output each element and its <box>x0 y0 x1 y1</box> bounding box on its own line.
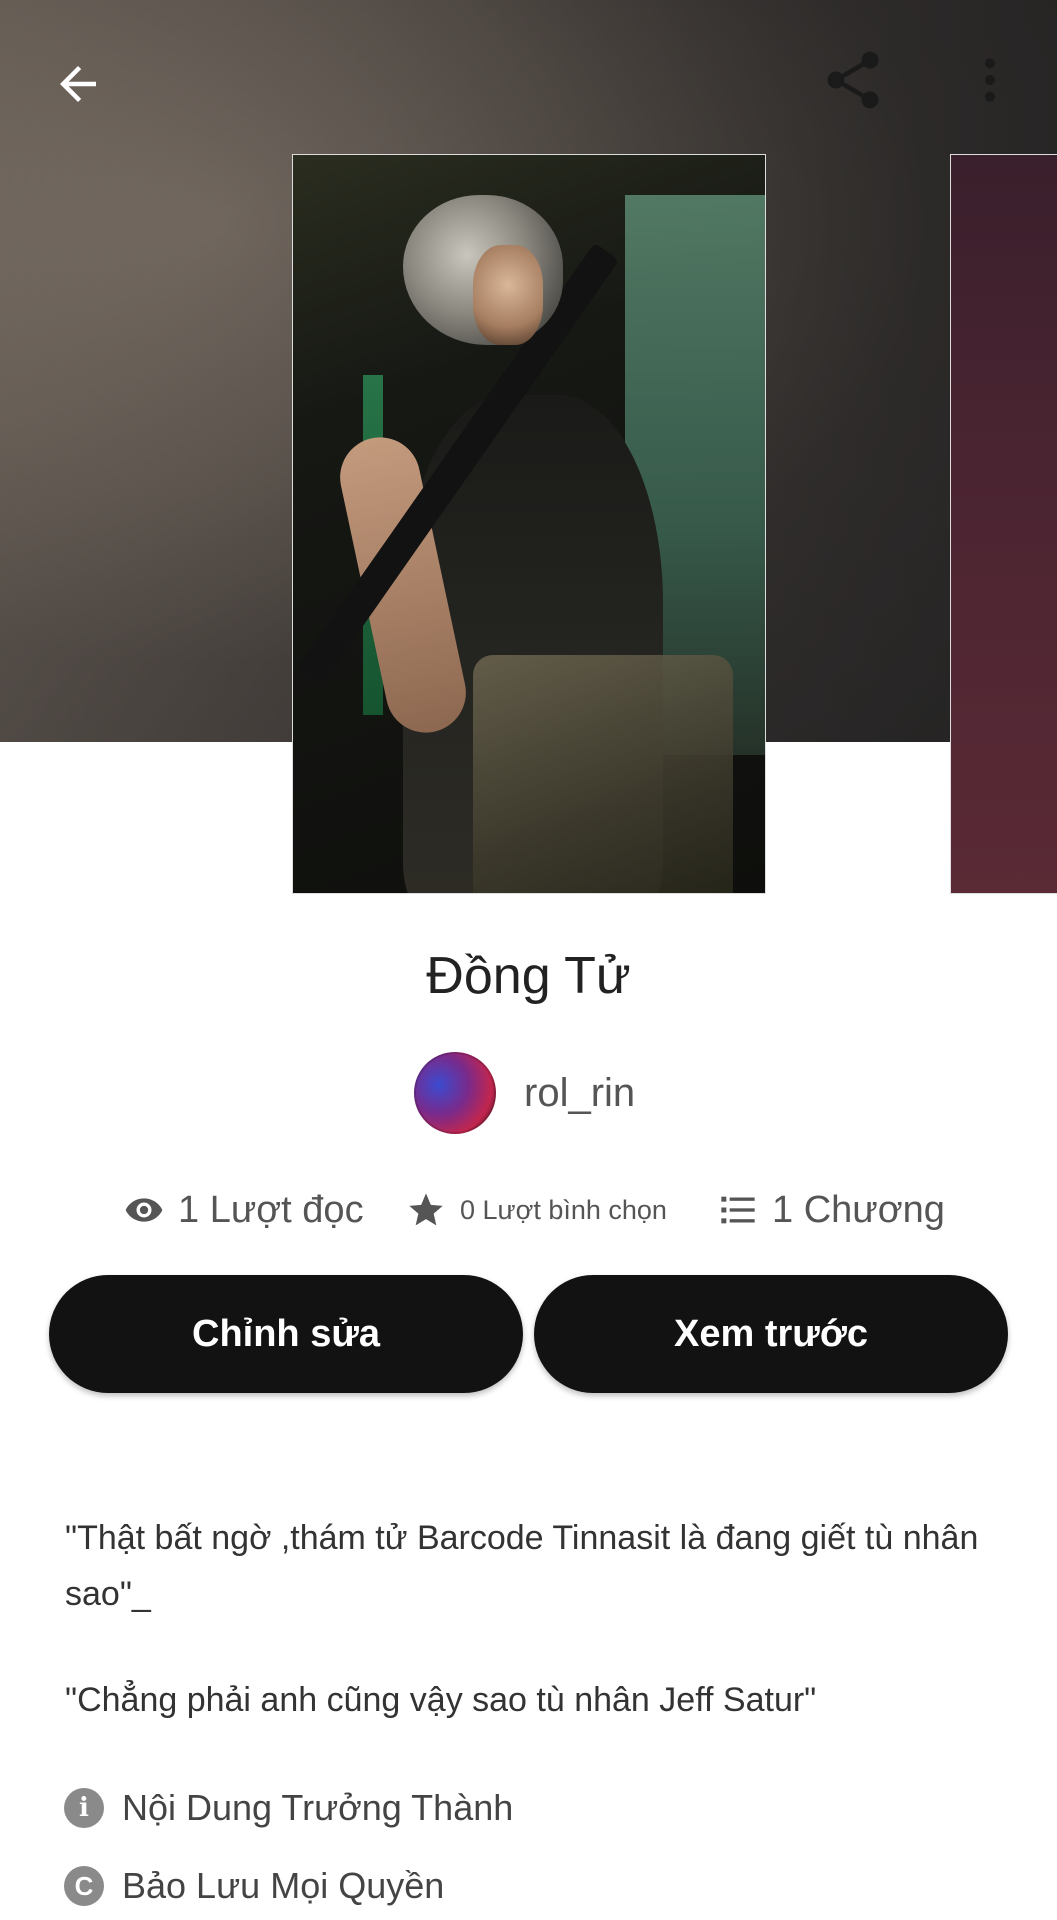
next-cover-image[interactable] <box>950 154 1057 894</box>
info-icon: i <box>64 1788 104 1828</box>
avatar <box>414 1052 496 1134</box>
star-icon <box>409 1193 443 1226</box>
mature-content-tag[interactable]: i Nội Dung Trưởng Thành <box>64 1778 513 1838</box>
chapters-stat: 1 Chương <box>718 1180 945 1240</box>
chapters-count: 1 Chương <box>772 1188 945 1231</box>
description-paragraph-1: "Thật bất ngờ ,thám tử Barcode Tinnasit … <box>65 1519 979 1613</box>
preview-button[interactable]: Xem trước <box>534 1275 1008 1393</box>
reads-count: 1 Lượt đọc <box>178 1188 364 1231</box>
story-title: Đồng Tử <box>426 947 631 1005</box>
author-name: rol_rin <box>524 1070 636 1115</box>
back-button[interactable] <box>38 44 118 124</box>
more-options-button[interactable] <box>955 40 1025 120</box>
story-stats: 1 Lượt đọc 0 Lượt bình chọn 1 Chương <box>0 1180 1057 1240</box>
author-link[interactable]: rol_rin <box>414 1052 635 1134</box>
description-paragraph-2: "Chẳng phải anh cũng vậy sao tù nhân Jef… <box>65 1681 817 1719</box>
cover-figure-cloth <box>473 655 733 893</box>
edit-button[interactable]: Chỉnh sửa <box>49 1275 523 1393</box>
list-icon <box>721 1196 755 1224</box>
arrow-left-icon <box>60 66 96 102</box>
story-cover-image[interactable] <box>292 154 766 894</box>
cover-figure-face <box>473 245 543 345</box>
copyright-tag[interactable]: C Bảo Lưu Mọi Quyền <box>64 1856 444 1916</box>
reads-stat: 1 Lượt đọc <box>124 1180 364 1240</box>
more-vertical-icon <box>985 58 995 102</box>
share-button[interactable] <box>808 40 898 120</box>
eye-icon <box>125 1198 163 1222</box>
copyright-label: Bảo Lưu Mọi Quyền <box>122 1865 445 1906</box>
mature-content-label: Nội Dung Trưởng Thành <box>122 1787 514 1828</box>
votes-count: 0 Lượt bình chọn <box>460 1194 667 1225</box>
copyright-icon: C <box>64 1866 104 1906</box>
votes-stat: 0 Lượt bình chọn <box>406 1180 667 1240</box>
share-icon <box>827 51 879 109</box>
